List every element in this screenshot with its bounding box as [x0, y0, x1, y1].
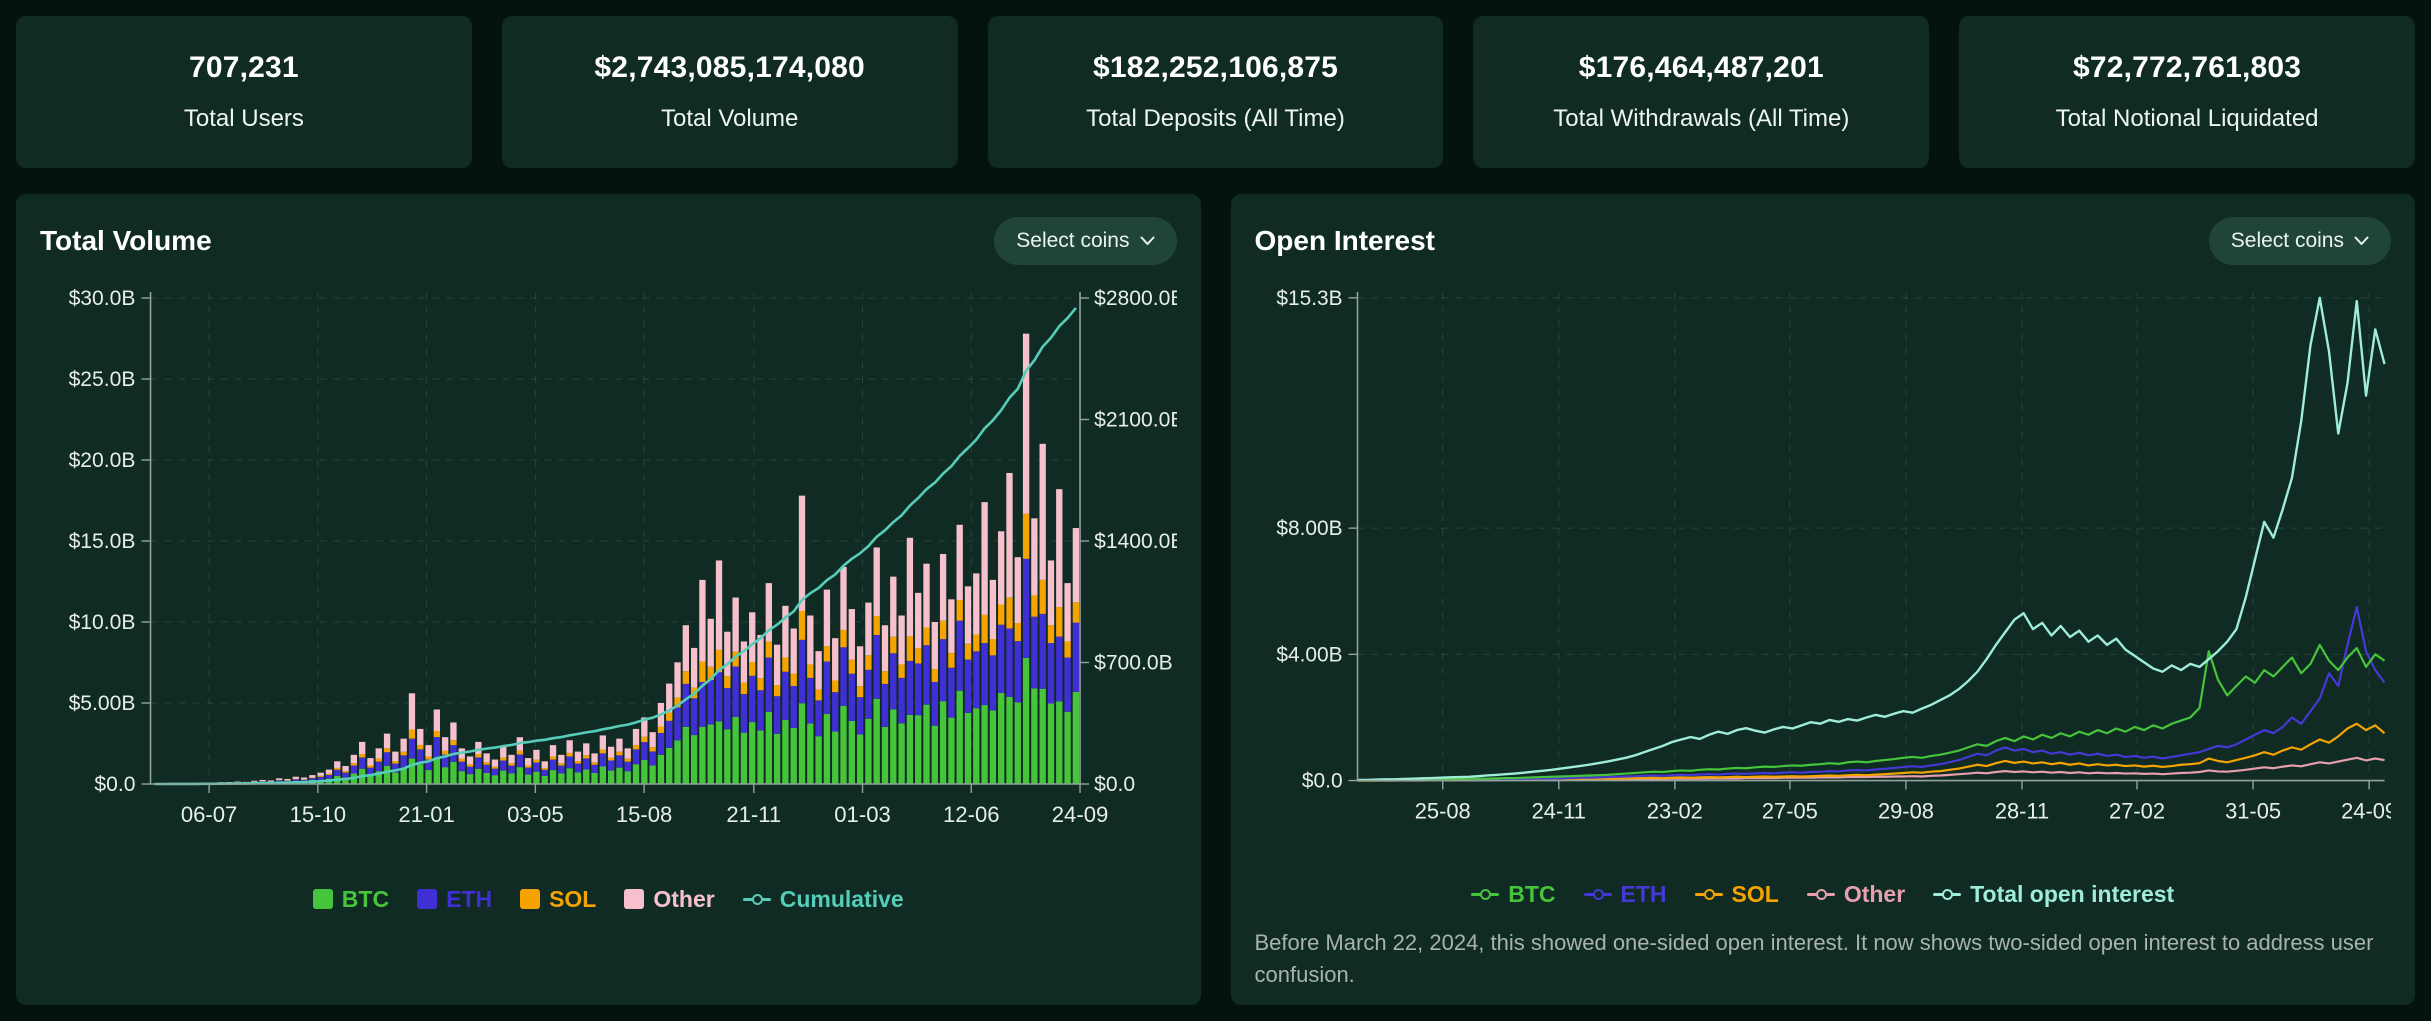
stat-value: $72,772,761,803 [2072, 51, 2302, 84]
open-interest-note: Before March 22, 2024, this showed one-s… [1254, 930, 2374, 988]
legend-label: Cumulative [779, 885, 904, 912]
select-coins-label: Select coins [2230, 228, 2344, 252]
legend-line-marker [1583, 888, 1612, 900]
total-volume-panel: Total Volume Select coins $0.0 $5.00B $10.… [16, 194, 1201, 1005]
stat-value: $2,743,085,174,080 [594, 51, 865, 84]
svg-text:15-10: 15-10 [290, 802, 347, 827]
legend-line-marker [1806, 888, 1835, 900]
svg-text:$25.0B: $25.0B [69, 368, 136, 391]
open-interest-legend: BTC ETH SOL Other Total open interest [1255, 872, 2392, 918]
svg-text:29-08: 29-08 [1877, 798, 1933, 823]
legend-label: SOL [1731, 880, 1779, 907]
svg-text:12-06: 12-06 [943, 802, 1000, 827]
legend-item-eth[interactable]: ETH [417, 886, 492, 913]
total-volume-header: Total Volume Select coins [40, 212, 1177, 270]
legend-line-marker [1933, 888, 1962, 900]
svg-text:$10.0B: $10.0B [69, 611, 136, 634]
legend-label: BTC [1508, 880, 1556, 907]
total-volume-chart: $0.0 $5.00B $10.0B $15.0B $20.0B $25.0B $30.0B… [69, 287, 1177, 827]
legend-item-sol[interactable]: SOL [1694, 880, 1779, 908]
legend-line-marker [742, 893, 771, 905]
legend-item-eth[interactable]: ETH [1583, 880, 1667, 908]
svg-text:01-03: 01-03 [834, 802, 891, 827]
chevron-down-icon [1140, 236, 1154, 245]
stat-label: Total Notional Liquidated [2055, 105, 2319, 132]
legend-label: BTC [341, 885, 390, 912]
svg-text:24-09: 24-09 [1052, 802, 1109, 827]
legend-label: Total open interest [1970, 880, 2175, 907]
svg-text:$0.0: $0.0 [94, 773, 135, 796]
legend-line-marker [1694, 888, 1723, 900]
legend-square-swatch [417, 889, 438, 909]
legend-label: SOL [549, 885, 597, 912]
svg-text:$0.0: $0.0 [1301, 769, 1342, 792]
svg-text:$5.00B: $5.00B [69, 692, 136, 715]
stat-value: $176,464,487,201 [1578, 51, 1824, 84]
charts-row: Total Volume Select coins $0.0 $5.00B $10.… [16, 194, 2415, 1005]
stat-card-total-volume: $2,743,085,174,080 Total Volume [501, 16, 958, 168]
svg-text:23-02: 23-02 [1646, 798, 1702, 823]
svg-text:24-11: 24-11 [1531, 798, 1585, 823]
svg-text:21-11: 21-11 [726, 802, 781, 827]
svg-text:$20.0B: $20.0B [69, 449, 136, 472]
select-coins-button[interactable]: Select coins [994, 217, 1177, 265]
svg-text:03-05: 03-05 [507, 802, 564, 827]
chevron-down-icon [2354, 236, 2369, 245]
svg-text:$2800.0B: $2800.0B [1094, 287, 1176, 310]
stat-value: $182,252,106,875 [1092, 51, 1339, 84]
legend-label: Other [653, 885, 715, 912]
stat-card-total-deposits: $182,252,106,875 Total Deposits (All Tim… [987, 16, 1444, 168]
svg-text:27-05: 27-05 [1761, 798, 1817, 823]
legend-item-btc[interactable]: BTC [1471, 880, 1556, 908]
svg-text:$8.00B: $8.00B [1276, 517, 1342, 540]
svg-text:$0.0: $0.0 [1094, 773, 1135, 796]
open-interest-panel: Open Interest Select coins $0.0 $4.00B $8.… [1230, 194, 2415, 1005]
legend-item-btc[interactable]: BTC [312, 885, 390, 913]
legend-square-swatch [624, 889, 645, 909]
svg-text:25-08: 25-08 [1414, 798, 1470, 823]
svg-text:$4.00B: $4.00B [1276, 643, 1342, 666]
svg-text:21-01: 21-01 [398, 802, 455, 827]
svg-text:15-08: 15-08 [616, 802, 673, 827]
stat-value: 707,231 [188, 51, 299, 84]
svg-text:31-05: 31-05 [2225, 798, 2281, 823]
open-interest-chart: $0.0 $4.00B $8.00B $15.3B 25-08 24-11 23-02 27-… [1276, 286, 2391, 823]
svg-text:28-11: 28-11 [1994, 798, 2048, 823]
legend-label: ETH [1620, 880, 1667, 907]
legend-item-total-open-interest[interactable]: Total open interest [1933, 881, 2174, 908]
open-interest-header: Open Interest Select coins [1254, 212, 2391, 270]
svg-text:$30.0B: $30.0B [69, 287, 136, 310]
svg-text:$1400.0B: $1400.0B [1094, 530, 1176, 553]
svg-text:27-02: 27-02 [2109, 798, 2165, 823]
stat-card-total-liquidated: $72,772,761,803 Total Notional Liquidate… [1959, 16, 2415, 168]
select-coins-label: Select coins [1016, 229, 1130, 252]
svg-text:$15.0B: $15.0B [69, 530, 136, 553]
stat-label: Total Users [183, 105, 304, 132]
stat-label: Total Deposits (All Time) [1086, 105, 1345, 132]
svg-text:06-07: 06-07 [181, 802, 238, 827]
total-volume-title: Total Volume [40, 225, 212, 256]
legend-item-sol[interactable]: SOL [520, 886, 596, 913]
svg-text:24-09: 24-09 [2341, 798, 2391, 823]
open-interest-title: Open Interest [1254, 224, 1435, 256]
legend-item-other[interactable]: Other [1806, 880, 1906, 908]
legend-label: ETH [446, 885, 493, 912]
stat-label: Total Withdrawals (All Time) [1553, 105, 1850, 132]
legend-item-other[interactable]: Other [624, 885, 715, 913]
total-volume-legend: BTC ETH SOL Other Cumulative [40, 876, 1177, 922]
stat-card-total-users: 707,231 Total Users [16, 16, 472, 168]
legend-label: Other [1843, 880, 1906, 907]
svg-text:$700.0B: $700.0B [1094, 652, 1173, 675]
svg-text:$2100.0B: $2100.0B [1094, 409, 1176, 432]
legend-line-marker [1471, 888, 1500, 900]
dashboard-page: { "stats": [ { "value": "707,231", "labe… [0, 0, 2431, 1021]
legend-square-swatch [312, 889, 333, 909]
stat-label: Total Volume [660, 105, 799, 132]
legend-item-cumulative[interactable]: Cumulative [742, 885, 904, 913]
svg-text:$15.3B: $15.3B [1276, 286, 1342, 309]
select-coins-button[interactable]: Select coins [2208, 216, 2391, 265]
stat-card-total-withdrawals: $176,464,487,201 Total Withdrawals (All … [1473, 16, 1930, 168]
legend-square-swatch [520, 889, 541, 909]
stats-row: 707,231 Total Users $2,743,085,174,080 T… [16, 16, 2415, 168]
